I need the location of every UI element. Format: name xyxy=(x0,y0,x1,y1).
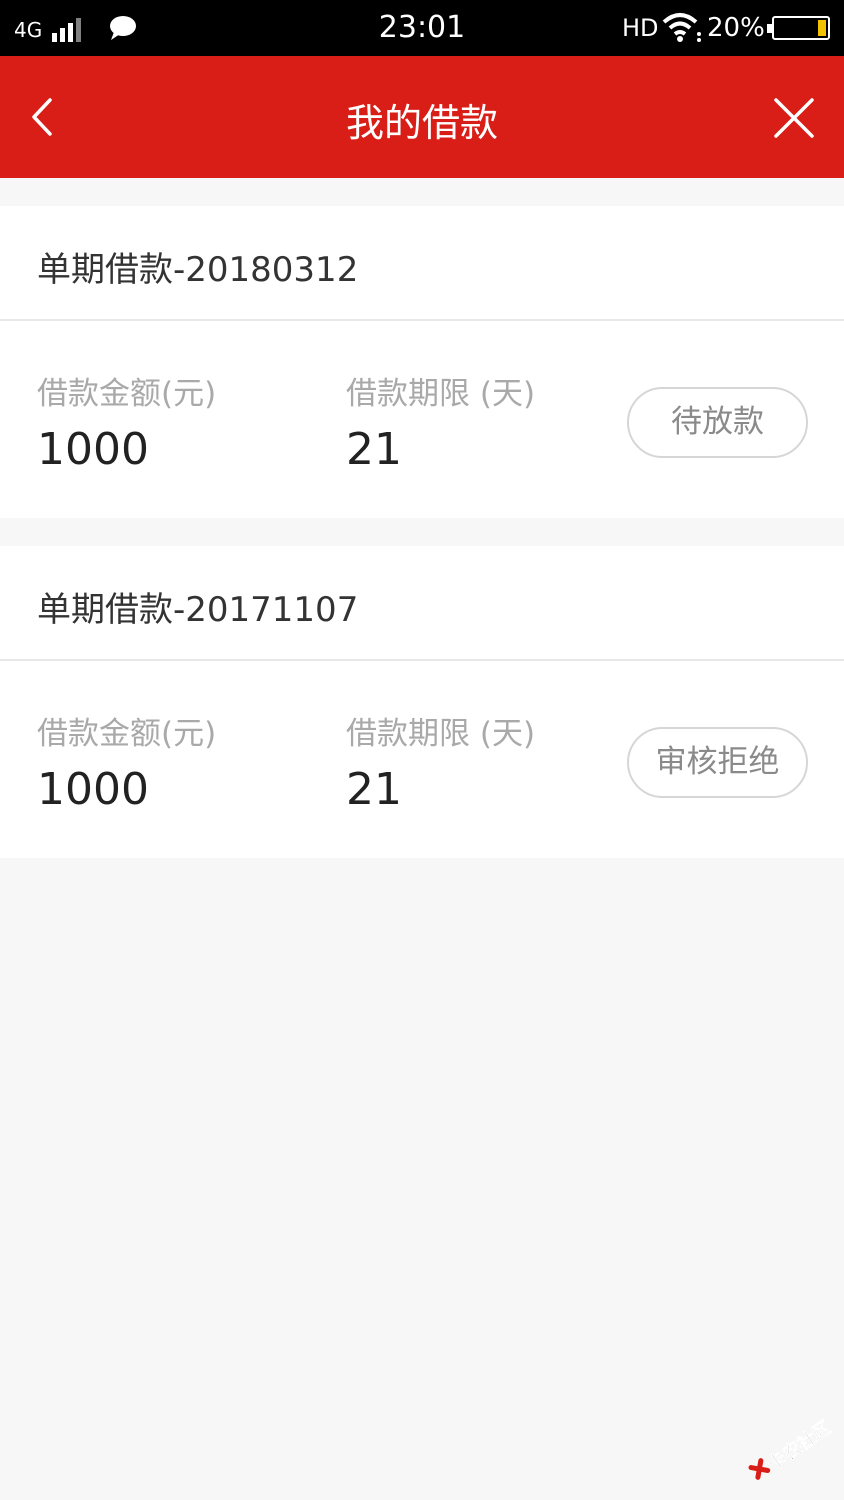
loan-title: 单期借款-20180312 xyxy=(37,250,359,290)
amount-value: 1000 xyxy=(37,424,149,475)
amount-value: 1000 xyxy=(37,764,149,815)
wifi-icon xyxy=(662,13,701,42)
term-label: 借款期限 (天) xyxy=(346,376,536,412)
close-button[interactable] xyxy=(770,94,818,142)
divider xyxy=(0,659,844,661)
amount-label: 借款金额(元) xyxy=(37,376,217,412)
status-button[interactable]: 审核拒绝 xyxy=(627,727,808,798)
signal-icon xyxy=(52,18,86,42)
term-label: 借款期限 (天) xyxy=(346,716,536,752)
watermark-logo: 卡农社区 xyxy=(748,1416,836,1480)
loan-title: 单期借款-20171107 xyxy=(37,590,359,630)
term-value: 21 xyxy=(346,424,402,475)
app-header: 我的借款 xyxy=(0,56,844,178)
hd-indicator: HD xyxy=(622,14,659,42)
watermark-text: 卡农社区 xyxy=(764,1416,836,1475)
battery-percent: 20% xyxy=(707,13,765,43)
term-value: 21 xyxy=(346,764,402,815)
message-icon xyxy=(110,16,136,40)
network-type: 4G xyxy=(14,18,43,42)
status-bar: 4G 23:01 HD 20% xyxy=(0,0,844,56)
battery-icon xyxy=(767,16,830,40)
page-title: 我的借款 xyxy=(345,101,498,145)
amount-label: 借款金额(元) xyxy=(37,716,217,752)
loan-card[interactable]: 单期借款-20171107 借款金额(元) 1000 借款期限 (天) 21 审… xyxy=(0,546,844,858)
status-button[interactable]: 待放款 xyxy=(627,387,808,458)
loan-card[interactable]: 单期借款-20180312 借款金额(元) 1000 借款期限 (天) 21 待… xyxy=(0,206,844,518)
divider xyxy=(0,319,844,321)
